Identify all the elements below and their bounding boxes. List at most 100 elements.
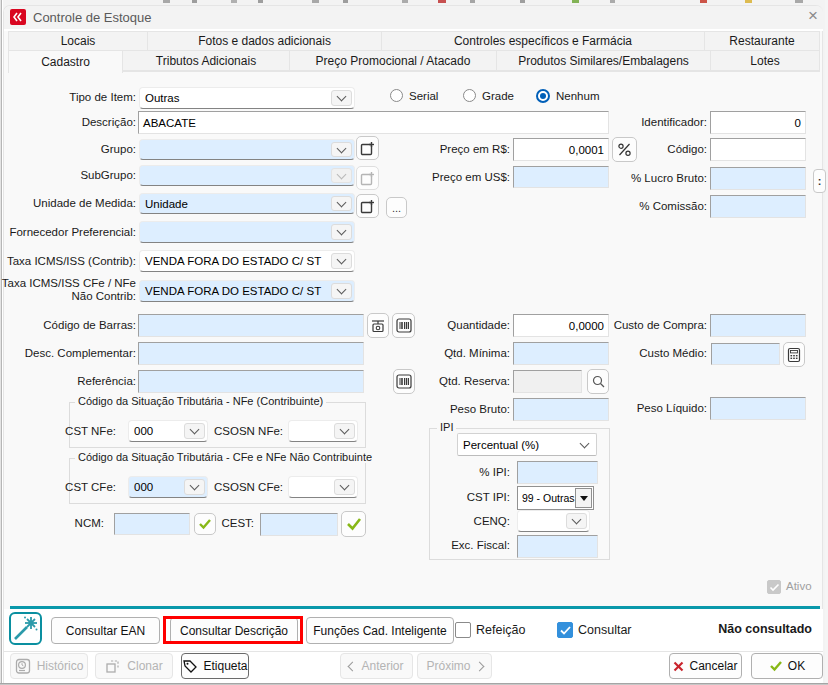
ipi-tipo-dropdown-icon[interactable] bbox=[575, 436, 594, 453]
window-title: Controle de Estoque bbox=[33, 10, 152, 25]
scale-icon-button[interactable] bbox=[367, 313, 389, 338]
csosn-nfe-combobox[interactable] bbox=[288, 420, 358, 442]
consultar-checkbox[interactable] bbox=[557, 622, 573, 638]
tab-fotos-e-dados-adicionais[interactable]: Fotos e dados adicionais bbox=[147, 31, 382, 51]
identificador-label: Identificador: bbox=[641, 116, 707, 128]
unidade-dropdown-icon[interactable] bbox=[331, 196, 352, 211]
tab-locais[interactable]: Locais bbox=[8, 31, 148, 51]
cest-input[interactable] bbox=[260, 513, 338, 536]
grupo-dropdown-icon[interactable] bbox=[331, 142, 352, 157]
ok-button[interactable]: OK bbox=[751, 653, 823, 679]
codigo-input[interactable] bbox=[710, 138, 806, 161]
taxa-icms-contrib-combobox[interactable]: VENDA FORA DO ESTADO C/ ST bbox=[139, 250, 355, 272]
radio-grade[interactable] bbox=[463, 89, 476, 102]
tipo-de-item-dropdown-icon[interactable] bbox=[331, 90, 352, 106]
peso-liquido-input[interactable] bbox=[710, 397, 806, 420]
cancelar-label: Cancelar bbox=[689, 659, 737, 673]
group-nfe-title: Código da Situação Tributária - NFe (Con… bbox=[75, 395, 326, 407]
codigo-de-barras-input[interactable] bbox=[138, 314, 364, 337]
ipi-pct-input[interactable] bbox=[517, 461, 598, 484]
tab-cadastro[interactable]: Cadastro bbox=[8, 50, 123, 73]
csosn-nfe-dropdown-icon[interactable] bbox=[334, 423, 355, 439]
etiqueta-button[interactable]: Etiqueta bbox=[181, 653, 249, 679]
subgrupo-combobox[interactable] bbox=[139, 165, 355, 186]
tab-preco-promocional-atacado[interactable]: Preço Promocional / Atacado bbox=[289, 50, 497, 71]
desc-complementar-label: Desc. Complementar: bbox=[25, 347, 136, 359]
fornecedor-dropdown-icon[interactable] bbox=[331, 224, 352, 240]
desc-complementar-input[interactable] bbox=[138, 342, 364, 365]
peso-liquido-label: Peso Líquido: bbox=[637, 402, 707, 414]
custo-medio-input[interactable] bbox=[711, 343, 780, 365]
proximo-button: Próximo bbox=[417, 653, 492, 679]
qtd-reserva-search-button[interactable] bbox=[587, 369, 609, 394]
cst-nfe-value: 000 bbox=[134, 421, 153, 441]
taxa-icms-contrib-dropdown-icon[interactable] bbox=[331, 253, 352, 269]
radio-serial[interactable] bbox=[390, 89, 403, 102]
quantidade-input[interactable]: 0,0000 bbox=[513, 314, 609, 337]
unidade-add-button[interactable] bbox=[356, 194, 379, 218]
consultar-ean-label: Consultar EAN bbox=[66, 624, 145, 638]
refeicao-checkbox[interactable] bbox=[455, 622, 471, 638]
lucro-bruto-input[interactable] bbox=[710, 167, 806, 190]
grupo-add-button[interactable] bbox=[356, 136, 379, 160]
custo-compra-input[interactable] bbox=[710, 314, 806, 337]
cest-check-button[interactable] bbox=[341, 511, 366, 537]
consultar-ean-button[interactable]: Consultar EAN bbox=[51, 617, 160, 644]
cst-nfe-combobox[interactable]: 000 bbox=[128, 420, 208, 442]
descricao-value: ABACATE bbox=[143, 117, 196, 129]
ipi-tipo-value: Percentual (%) bbox=[463, 434, 539, 455]
funcoes-cad-inteligente-button[interactable]: Funções Cad. Inteligente bbox=[306, 617, 454, 644]
csosn-cfe-combobox[interactable] bbox=[288, 476, 358, 498]
cst-cfe-combobox[interactable]: 000 bbox=[128, 476, 208, 498]
taxa-icms-nao-contrib-combobox[interactable]: VENDA FORA DO ESTADO C/ ST bbox=[139, 280, 355, 302]
tab-produtos-similares-embalagens[interactable]: Produtos Similares/Embalagens bbox=[496, 50, 711, 71]
lucro-bruto-options-button[interactable]: : bbox=[813, 169, 826, 193]
group-ipi-title: IPI bbox=[437, 421, 456, 433]
cst-cfe-dropdown-icon[interactable] bbox=[184, 479, 205, 495]
cenq-combobox[interactable] bbox=[517, 510, 590, 532]
referencia-input[interactable] bbox=[138, 370, 364, 393]
tab-restaurante[interactable]: Restaurante bbox=[704, 31, 820, 51]
preco-uss-input[interactable] bbox=[513, 166, 609, 188]
csosn-cfe-dropdown-icon[interactable] bbox=[334, 479, 355, 495]
referencia-barcode-icon-button[interactable] bbox=[393, 369, 415, 394]
screen: Controle de Estoque × Locais Fotos e dad… bbox=[0, 0, 828, 685]
preco-percent-button[interactable] bbox=[612, 137, 637, 162]
ncm-input[interactable] bbox=[114, 513, 190, 535]
magic-wand-button[interactable] bbox=[9, 612, 42, 645]
unidade-de-medida-combobox[interactable]: Unidade bbox=[139, 193, 355, 214]
cst-ipi-combobox[interactable]: 99 - Outras bbox=[517, 486, 594, 510]
comissao-input[interactable] bbox=[710, 195, 806, 218]
preco-rs-input[interactable]: 0,0001 bbox=[513, 138, 609, 161]
descricao-input[interactable]: ABACATE bbox=[138, 111, 609, 134]
barcode-icon-button[interactable] bbox=[392, 313, 415, 338]
tab-controles-especificos-e-farmacia[interactable]: Controles específicos e Farmácia bbox=[381, 31, 705, 51]
fornecedor-combobox[interactable] bbox=[139, 221, 355, 243]
close-icon[interactable]: × bbox=[803, 6, 823, 26]
consultar-label: Consultar bbox=[578, 623, 632, 637]
tipo-de-item-combobox[interactable]: Outras bbox=[139, 87, 355, 109]
qtd-minima-input[interactable] bbox=[513, 342, 609, 365]
csosn-cfe-label: CSOSN CFe: bbox=[214, 481, 283, 493]
peso-bruto-input[interactable] bbox=[513, 398, 609, 421]
identificador-input[interactable]: 0 bbox=[710, 111, 806, 134]
taxa-icms-nao-contrib-dropdown-icon[interactable] bbox=[331, 283, 352, 299]
unidade-more-button[interactable]: ... bbox=[386, 197, 407, 218]
tab-tributos-adicionais[interactable]: Tributos Adicionais bbox=[122, 50, 290, 71]
grupo-combobox[interactable] bbox=[139, 139, 355, 160]
cst-nfe-label: CST NFe: bbox=[65, 425, 116, 437]
cst-nfe-dropdown-icon[interactable] bbox=[184, 423, 205, 439]
radio-nenhum[interactable] bbox=[536, 89, 550, 103]
cst-cfe-label: CST CFe: bbox=[65, 481, 116, 493]
cenq-dropdown-icon[interactable] bbox=[566, 513, 587, 529]
clone-icon bbox=[105, 658, 122, 674]
calculator-icon-button[interactable] bbox=[783, 342, 805, 367]
ipi-tipo-combobox[interactable]: Percentual (%) bbox=[457, 433, 597, 456]
tab-lotes[interactable]: Lotes bbox=[710, 50, 820, 71]
ncm-check-button[interactable] bbox=[194, 513, 216, 535]
separator-teal bbox=[10, 606, 820, 609]
cancelar-button[interactable]: Cancelar bbox=[669, 653, 742, 679]
exc-fiscal-input[interactable] bbox=[517, 535, 598, 558]
cst-ipi-dropdown-icon[interactable] bbox=[575, 488, 592, 508]
anterior-label: Anterior bbox=[361, 659, 403, 673]
